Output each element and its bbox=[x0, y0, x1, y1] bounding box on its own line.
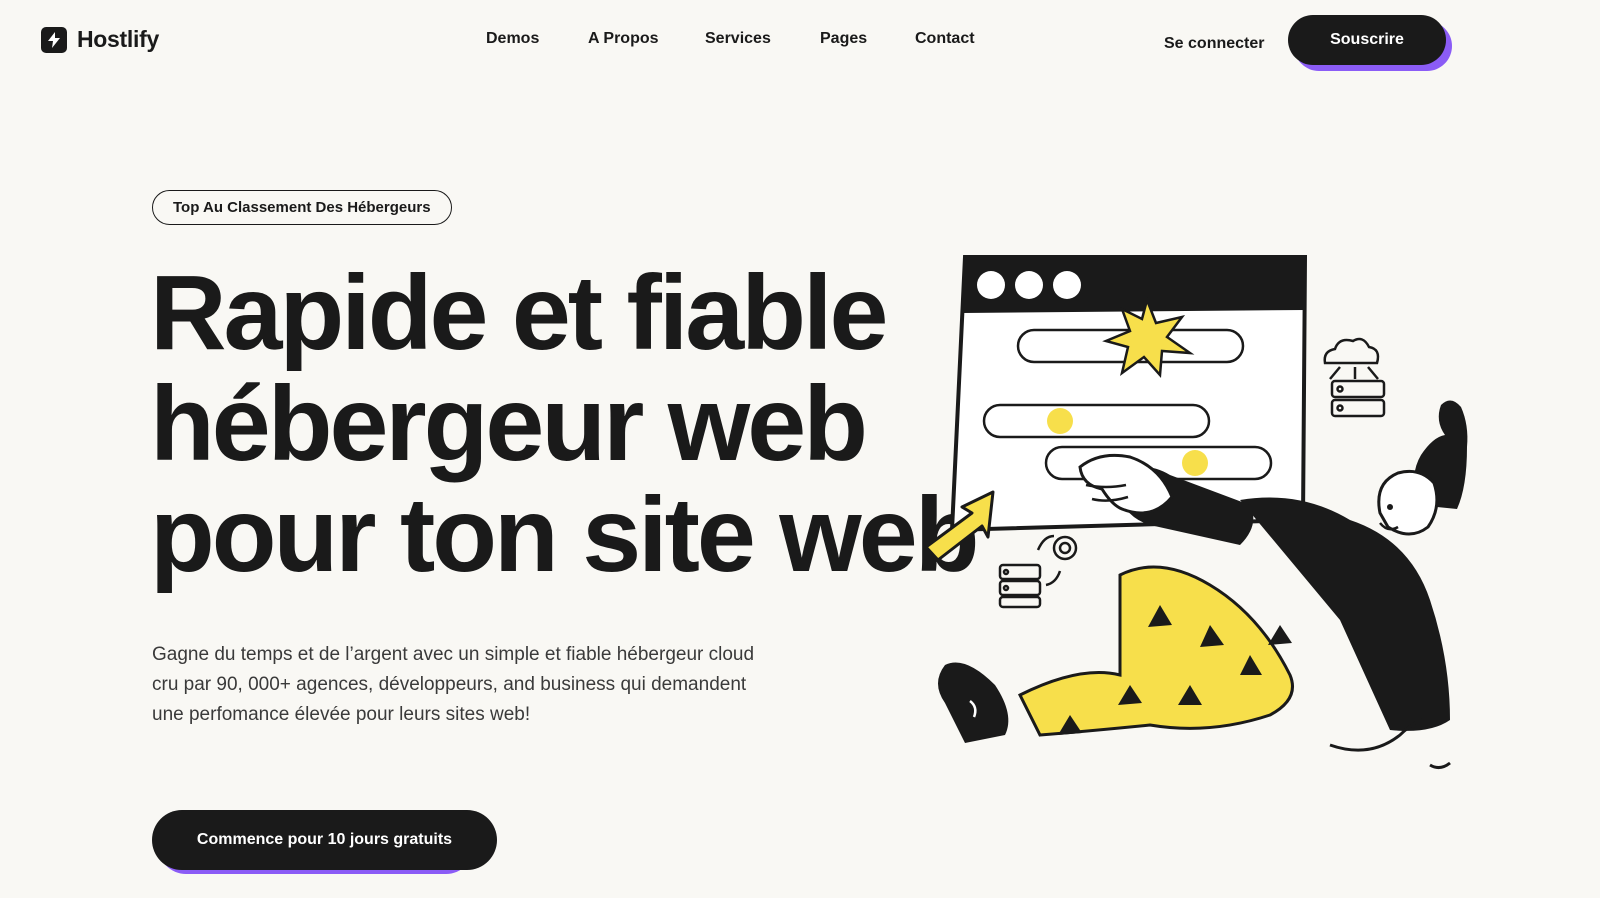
headline-line-2: hébergeur web bbox=[150, 365, 868, 483]
headline-line-1: Rapide et fiable bbox=[150, 254, 888, 372]
nav-item-a-propos[interactable]: A Propos bbox=[588, 30, 659, 48]
nav-item-pages[interactable]: Pages bbox=[820, 30, 867, 48]
landing-page: Hostlify Demos A Propos Services Pages C… bbox=[0, 0, 1600, 898]
cta-button-wrap: Commence pour 10 jours gratuits bbox=[152, 810, 502, 878]
server-gear-icon bbox=[998, 534, 1078, 609]
ranking-badge: Top Au Classement Des Hébergeurs bbox=[152, 190, 452, 225]
nav-item-services[interactable]: Services bbox=[705, 30, 771, 48]
nav-item-contact[interactable]: Contact bbox=[915, 30, 975, 48]
cloud-server-icon bbox=[1323, 337, 1386, 418]
subscribe-button[interactable]: Souscrire bbox=[1288, 15, 1446, 65]
headline-line-3: pour ton site web bbox=[150, 476, 979, 594]
brand-logo[interactable]: Hostlify bbox=[41, 26, 159, 53]
bolt-icon bbox=[41, 26, 67, 53]
brand-name: Hostlify bbox=[77, 26, 159, 52]
hero-illustration bbox=[924, 255, 1468, 770]
subscribe-button-wrap: Souscrire bbox=[1288, 15, 1452, 71]
hero-headline: Rapide et fiable hébergeur web pour ton … bbox=[150, 254, 979, 594]
nav-item-demos[interactable]: Demos bbox=[486, 30, 539, 48]
hero-description: Gagne du temps et de l’argent avec un si… bbox=[152, 644, 755, 725]
login-link[interactable]: Se connecter bbox=[1164, 35, 1264, 53]
start-trial-button[interactable]: Commence pour 10 jours gratuits bbox=[152, 810, 497, 870]
